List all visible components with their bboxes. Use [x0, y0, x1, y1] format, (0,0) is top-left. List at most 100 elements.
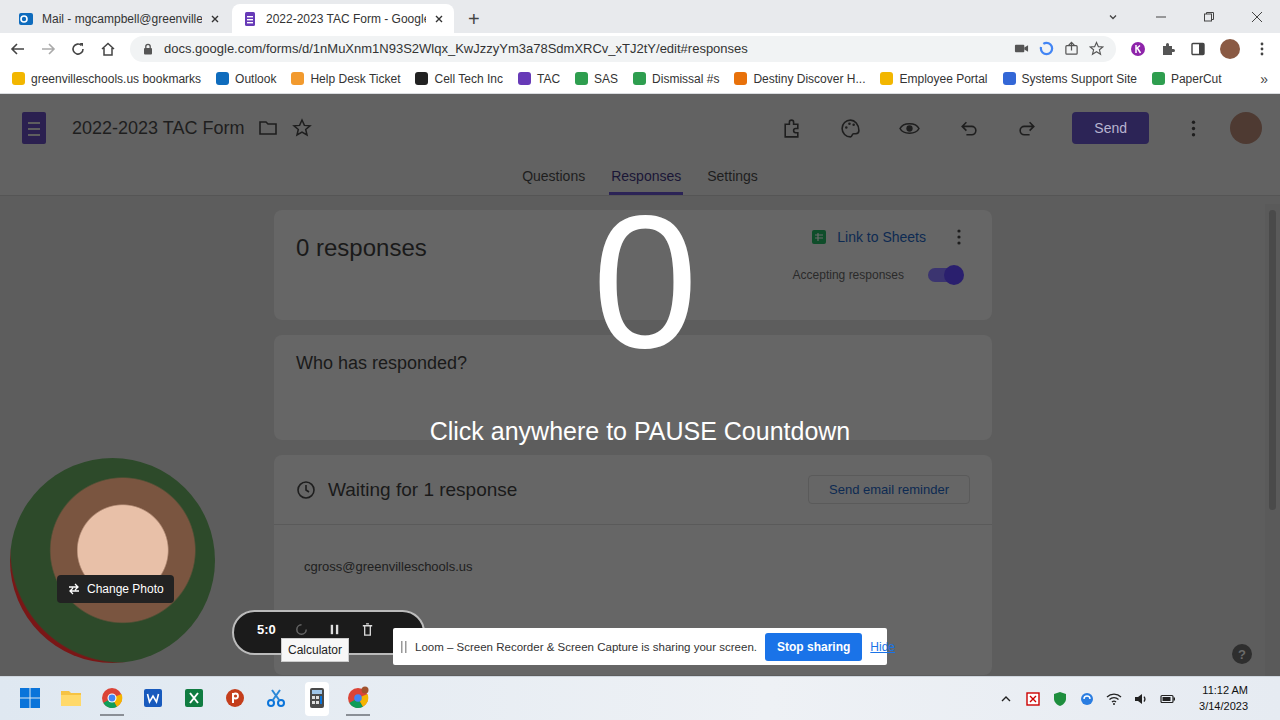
excel-icon[interactable] — [182, 682, 206, 716]
countdown-number[interactable]: 0 — [10, 186, 1280, 376]
bookmark-icon — [1003, 72, 1016, 85]
countdown-hint[interactable]: Click anywhere to PAUSE Countdown — [0, 417, 1280, 446]
hide-link[interactable]: Hide — [870, 640, 895, 654]
bookmark-icon — [12, 72, 25, 85]
extensions-icon[interactable] — [1160, 41, 1176, 57]
calculator-icon[interactable] — [305, 682, 329, 716]
security-icon[interactable] — [1052, 691, 1068, 707]
form-tab[interactable]: Questions — [520, 162, 587, 195]
toolbar: docs.google.com/forms/d/1nMuXnm1N93S2Wlq… — [0, 33, 1280, 64]
side-panel-icon[interactable] — [1190, 41, 1206, 57]
lock-icon[interactable] — [142, 43, 154, 55]
show-hidden-icons-icon[interactable] — [998, 691, 1014, 707]
home-icon[interactable] — [100, 41, 116, 57]
close-icon[interactable] — [434, 14, 444, 24]
bookmark[interactable]: Cell Tech Inc — [415, 72, 502, 86]
help-button[interactable]: ? — [1232, 644, 1252, 664]
change-photo-button[interactable]: Change Photo — [57, 575, 174, 603]
bookmark[interactable]: Dismissal #s — [633, 72, 719, 86]
app-tray-icon[interactable] — [1025, 691, 1041, 707]
menu-icon[interactable] — [1254, 41, 1270, 57]
bookmark-icon — [518, 72, 531, 85]
bookmark[interactable]: PaperCut — [1152, 72, 1222, 86]
google-icon[interactable] — [1039, 41, 1054, 56]
send-email-reminder-button[interactable]: Send email reminder — [808, 475, 970, 504]
star-icon[interactable] — [1089, 41, 1104, 56]
forward-icon[interactable] — [40, 41, 56, 57]
wifi-icon[interactable] — [1106, 691, 1122, 707]
powerpoint-icon[interactable] — [223, 682, 247, 716]
redo-icon[interactable] — [1017, 118, 1038, 139]
accepting-toggle[interactable] — [928, 268, 962, 282]
bookmark-icon — [216, 72, 229, 85]
palette-icon[interactable] — [840, 118, 861, 139]
bookmark[interactable]: Systems Support Site — [1003, 72, 1137, 86]
bookmark[interactable]: Help Desk Ticket — [291, 72, 400, 86]
clock-icon — [296, 480, 316, 500]
bookmark-icon — [415, 72, 428, 85]
bookmark-icon — [575, 72, 588, 85]
extension-k-icon[interactable] — [1130, 41, 1146, 57]
share-icon[interactable] — [1064, 41, 1079, 56]
scrollbar[interactable] — [1265, 204, 1280, 676]
bookmark[interactable]: Destiny Discover H... — [734, 72, 865, 86]
drag-grip-icon[interactable] — [401, 640, 407, 654]
addons-icon[interactable] — [781, 118, 802, 139]
bookmark[interactable]: TAC — [518, 72, 560, 86]
taskbar: 11:12 AM3/14/2023 — [0, 676, 1280, 720]
browser-tab[interactable]: 2022-2023 TAC Form - Google Fo — [232, 4, 454, 33]
more-menu-icon[interactable] — [1183, 118, 1204, 139]
loom-timer: 5:0 — [257, 622, 276, 637]
chrome-icon[interactable] — [100, 682, 124, 716]
preview-eye-icon[interactable] — [899, 118, 920, 139]
reload-icon[interactable] — [70, 41, 86, 57]
bookmark[interactable]: Employee Portal — [880, 72, 987, 86]
address-bar[interactable]: docs.google.com/forms/d/1nMuXnm1N93S2Wlq… — [130, 36, 1116, 62]
forms-page: 2022-2023 TAC FormSendQuestionsResponses… — [0, 94, 1280, 676]
link-to-sheets[interactable]: Link to Sheets — [837, 229, 926, 245]
form-tab[interactable]: Settings — [705, 162, 760, 195]
snipping-tool-icon[interactable] — [264, 682, 288, 716]
more-icon[interactable] — [956, 228, 962, 246]
screen-share-bar: Loom – Screen Recorder & Screen Capture … — [393, 628, 887, 665]
battery-icon[interactable] — [1160, 691, 1176, 707]
forms-logo-icon — [22, 112, 46, 144]
back-icon[interactable] — [10, 41, 26, 57]
bookmark[interactable]: SAS — [575, 72, 618, 86]
word-icon[interactable] — [141, 682, 165, 716]
bookmark-icon — [880, 72, 893, 85]
browser-tab[interactable]: Mail - mgcampbell@greenville.k — [8, 4, 230, 33]
pause-icon[interactable] — [327, 622, 342, 637]
start-icon[interactable] — [18, 682, 42, 716]
webcam-bubble[interactable]: Change Photo — [10, 458, 215, 663]
clock[interactable]: 11:12 AM3/14/2023 — [1193, 683, 1270, 714]
undo-icon[interactable] — [958, 118, 979, 139]
volume-icon[interactable] — [1133, 691, 1149, 707]
restore-icon[interactable] — [1203, 11, 1215, 23]
bookmark-icon — [291, 72, 304, 85]
restart-icon[interactable] — [294, 622, 309, 637]
new-tab-button[interactable]: + — [456, 9, 492, 33]
account-avatar[interactable] — [1230, 112, 1262, 144]
pending-email: cgross@greenvilleschools.us — [274, 525, 992, 594]
send-button[interactable]: Send — [1072, 112, 1149, 144]
trash-icon[interactable] — [360, 622, 375, 637]
more-bookmarks-button[interactable]: » — [1260, 71, 1268, 87]
close-window-icon[interactable] — [1251, 11, 1263, 23]
bookmark[interactable]: greenvilleschools.us bookmarks — [12, 72, 201, 86]
chrome-profile-icon[interactable] — [346, 682, 370, 716]
folder-icon[interactable] — [258, 118, 278, 138]
tab-search-icon[interactable] — [1107, 11, 1119, 23]
bookmark-icon — [1152, 72, 1165, 85]
sync-icon[interactable] — [1079, 691, 1095, 707]
screen: Mail - mgcampbell@greenville.k2022-2023 … — [0, 0, 1280, 720]
camera-icon[interactable] — [1014, 41, 1029, 56]
star-icon[interactable] — [292, 118, 312, 138]
bookmark[interactable]: Outlook — [216, 72, 276, 86]
minimize-icon[interactable] — [1155, 11, 1167, 23]
sheets-icon — [811, 229, 827, 245]
profile-avatar[interactable] — [1220, 39, 1240, 59]
stop-sharing-button[interactable]: Stop sharing — [765, 633, 862, 661]
close-icon[interactable] — [210, 14, 220, 24]
file-explorer-icon[interactable] — [59, 682, 83, 716]
